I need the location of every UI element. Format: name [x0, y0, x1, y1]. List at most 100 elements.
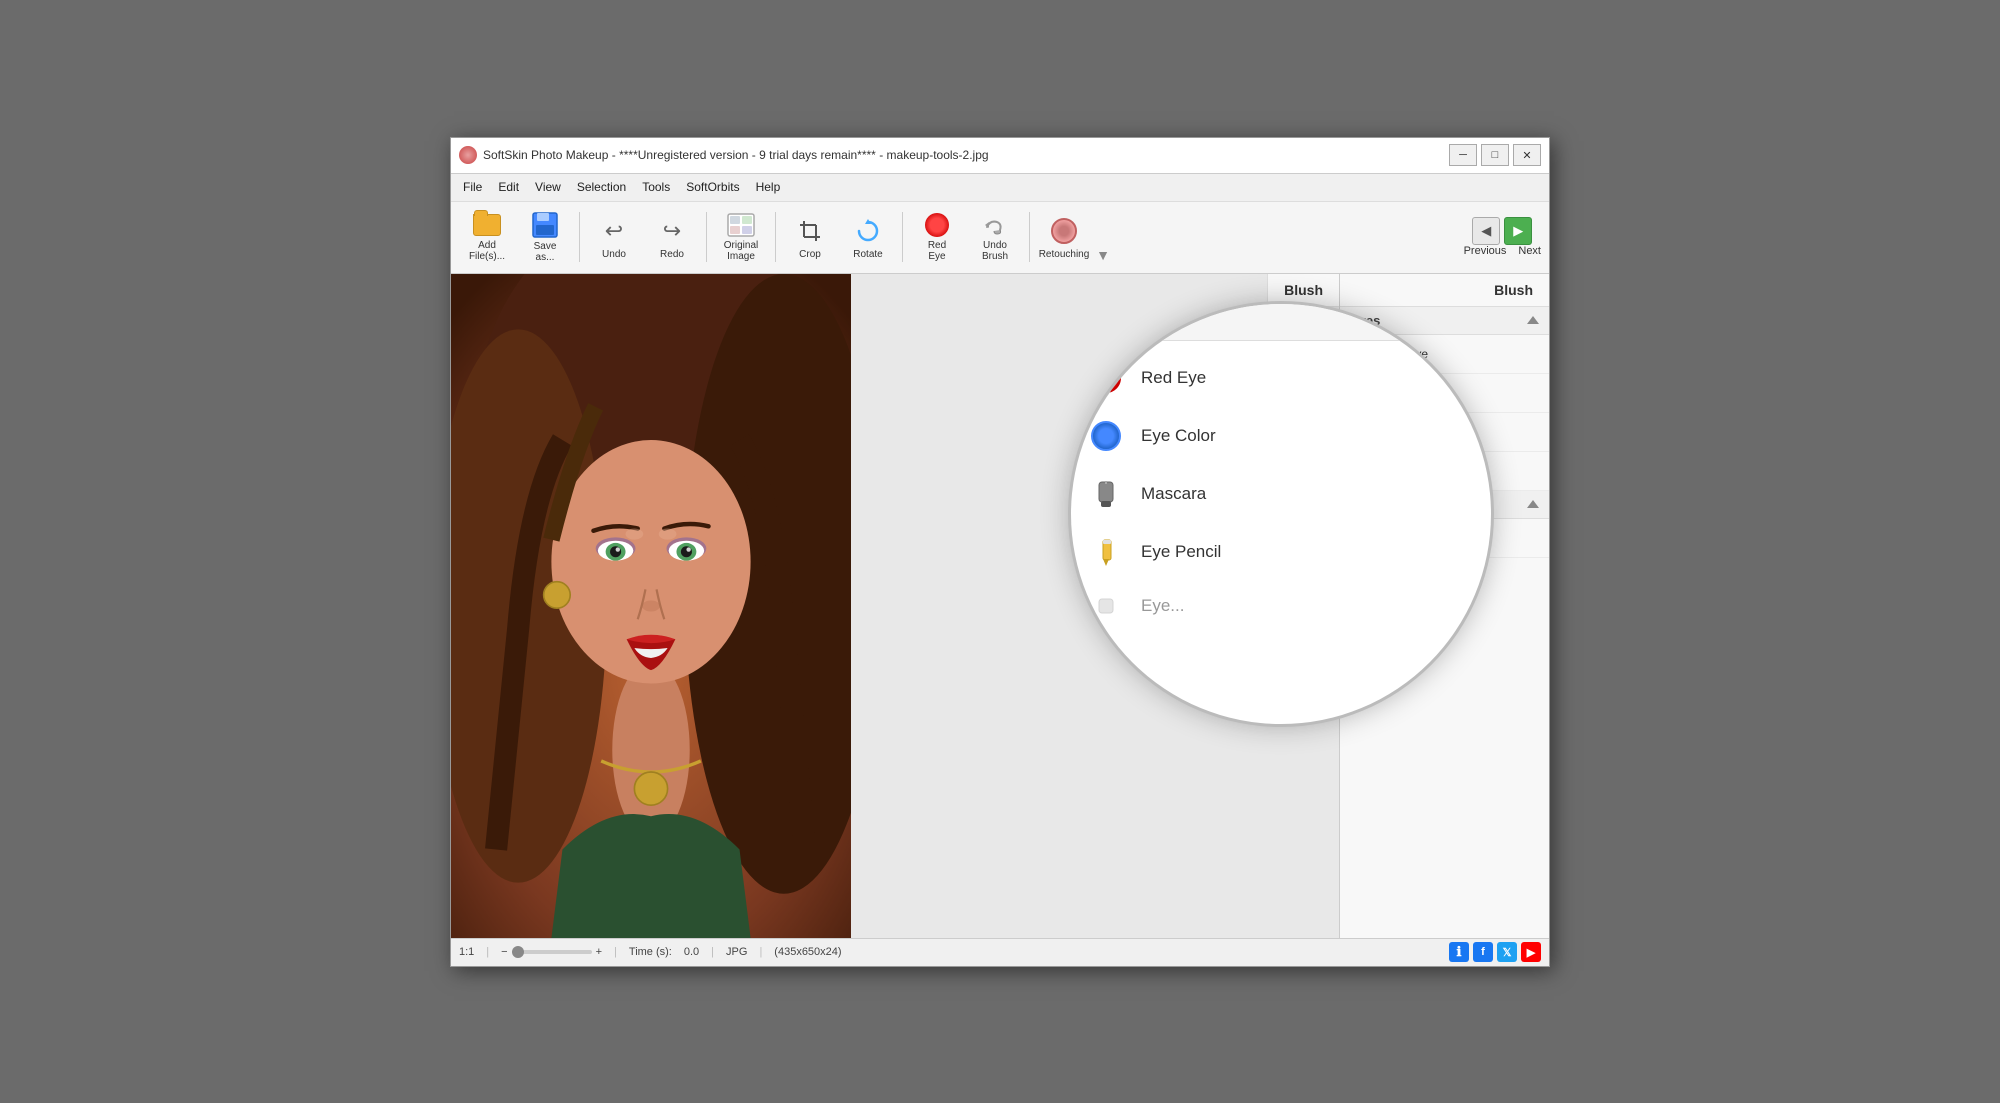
zoom-minus-icon[interactable]: − — [501, 946, 507, 958]
title-bar: SoftSkin Photo Makeup - ****Unregistered… — [451, 138, 1549, 174]
menu-edit[interactable]: Edit — [490, 177, 527, 197]
red-eye-icon — [1091, 363, 1121, 393]
original-image-label: OriginalImage — [724, 240, 758, 262]
main-area: Blush Eyes ▲ ✕ Red Eye — [451, 274, 1549, 938]
retouching-button[interactable]: Retouching — [1036, 207, 1092, 267]
original-image-icon — [725, 212, 757, 238]
photo-canvas — [451, 274, 851, 938]
undo-button[interactable]: ↩ Undo — [586, 207, 642, 267]
zoom-thumb[interactable] — [512, 946, 524, 958]
mascara-label: Mascara — [1141, 484, 1206, 504]
toolbar-sep-4 — [902, 212, 903, 262]
toolbar-sep-3 — [775, 212, 776, 262]
red-eye-label: RedEye — [928, 240, 946, 262]
dimensions-label: (435x650x24) — [774, 946, 841, 958]
undo-icon: ↩ — [598, 215, 630, 247]
zoom-level: 1:1 — [459, 946, 474, 958]
save-as-button[interactable]: Saveas... — [517, 207, 573, 267]
add-files-label: AddFile(s)... — [469, 240, 505, 262]
toolbar-more-button[interactable]: ▼ — [1094, 207, 1112, 267]
mouth-collapse-icon — [1527, 500, 1539, 508]
rotate-label: Rotate — [853, 249, 882, 260]
undo-brush-button[interactable]: UndoBrush — [967, 207, 1023, 267]
eye-pencil-icon — [1091, 537, 1121, 567]
menu-file[interactable]: File — [455, 177, 490, 197]
undo-label: Undo — [602, 249, 626, 260]
previous-label: Previous — [1464, 245, 1507, 257]
folder-icon — [471, 212, 503, 238]
status-sep-3: | — [711, 946, 714, 958]
photo-panel — [451, 274, 851, 938]
red-eye-label: Red Eye — [1141, 368, 1206, 388]
rotate-icon — [852, 215, 884, 247]
magnified-section-title: Eyes — [1083, 313, 1118, 330]
blush-label: Blush — [1494, 282, 1533, 298]
next-label: Next — [1518, 245, 1541, 257]
magnified-item-mascara[interactable]: Mascara — [1071, 465, 1491, 523]
youtube-icon[interactable]: ▶ — [1521, 942, 1541, 962]
portrait-svg — [451, 274, 851, 938]
eye-color-label: Eye Color — [1141, 426, 1216, 446]
crop-button[interactable]: Crop — [782, 207, 838, 267]
magnified-item-partial: Eye... — [1071, 581, 1491, 631]
previous-button[interactable]: ◀ — [1472, 217, 1500, 245]
toolbar-sep-2 — [706, 212, 707, 262]
maximize-button[interactable]: □ — [1481, 144, 1509, 166]
magnified-item-eye-pencil[interactable]: Eye Pencil — [1071, 523, 1491, 581]
close-button[interactable]: ✕ — [1513, 144, 1541, 166]
add-files-button[interactable]: AddFile(s)... — [459, 207, 515, 267]
app-window: SoftSkin Photo Makeup - ****Unregistered… — [450, 137, 1550, 967]
time-label: Time (s): — [629, 946, 672, 958]
status-sep-1: | — [486, 946, 489, 958]
info-icon[interactable]: ℹ — [1449, 942, 1469, 962]
redo-button[interactable]: ↪ Redo — [644, 207, 700, 267]
eyes-collapse-icon — [1527, 316, 1539, 324]
toolbar-sep-5 — [1029, 212, 1030, 262]
time-value: 0.0 — [684, 946, 699, 958]
crop-label: Crop — [799, 249, 821, 260]
zoom-slider-area: − + — [501, 946, 602, 958]
magnified-item-eye-color[interactable]: Eye Color — [1071, 407, 1491, 465]
blush-section-label: Blush — [1267, 274, 1339, 307]
title-bar-left: SoftSkin Photo Makeup - ****Unregistered… — [459, 146, 989, 164]
nav-buttons: ◀ ▶ — [1472, 217, 1532, 245]
crop-icon — [794, 215, 826, 247]
rotate-button[interactable]: Rotate — [840, 207, 896, 267]
eye-partial-label: Eye... — [1141, 596, 1184, 616]
nav-labels: Previous Next — [1464, 245, 1541, 257]
social-icons: ℹ f 𝕏 ▶ — [1449, 942, 1541, 962]
redo-icon: ↪ — [656, 215, 688, 247]
toolbar: AddFile(s)... Saveas... ↩ Undo ↪ — [451, 202, 1549, 274]
minimize-button[interactable]: ─ — [1449, 144, 1477, 166]
menu-bar: File Edit View Selection Tools SoftOrbit… — [451, 174, 1549, 202]
status-bar: 1:1 | − + | Time (s): 0.0 | JPG | (435x6… — [451, 938, 1549, 966]
menu-help[interactable]: Help — [748, 177, 789, 197]
zoom-slider[interactable] — [512, 950, 592, 954]
original-image-button[interactable]: OriginalImage — [713, 207, 769, 267]
zoom-plus-icon[interactable]: + — [596, 946, 602, 958]
undo-brush-label: UndoBrush — [982, 240, 1008, 262]
save-as-label: Saveas... — [534, 241, 557, 263]
redeye-toolbar-icon — [921, 212, 953, 238]
twitter-icon[interactable]: 𝕏 — [1497, 942, 1517, 962]
eye-pencil-label: Eye Pencil — [1141, 542, 1221, 562]
menu-softorbits[interactable]: SoftOrbits — [678, 177, 747, 197]
red-eye-button[interactable]: RedEye — [909, 207, 965, 267]
redo-label: Redo — [660, 249, 684, 260]
blush-section-header: Blush — [1340, 274, 1549, 307]
save-icon — [529, 211, 561, 239]
status-sep-2: | — [614, 946, 617, 958]
format-label: JPG — [726, 946, 747, 958]
menu-selection[interactable]: Selection — [569, 177, 634, 197]
next-button[interactable]: ▶ — [1504, 217, 1532, 245]
facebook-icon[interactable]: f — [1473, 942, 1493, 962]
menu-view[interactable]: View — [527, 177, 569, 197]
retouching-label: Retouching — [1039, 249, 1090, 260]
undo-brush-icon — [979, 212, 1011, 238]
menu-tools[interactable]: Tools — [634, 177, 678, 197]
toolbar-sep-1 — [579, 212, 580, 262]
window-title: SoftSkin Photo Makeup - ****Unregistered… — [483, 148, 989, 162]
eye-color-icon — [1091, 421, 1121, 451]
window-controls: ─ □ ✕ — [1449, 144, 1541, 166]
nav-area: ◀ ▶ Previous Next — [1464, 217, 1541, 257]
